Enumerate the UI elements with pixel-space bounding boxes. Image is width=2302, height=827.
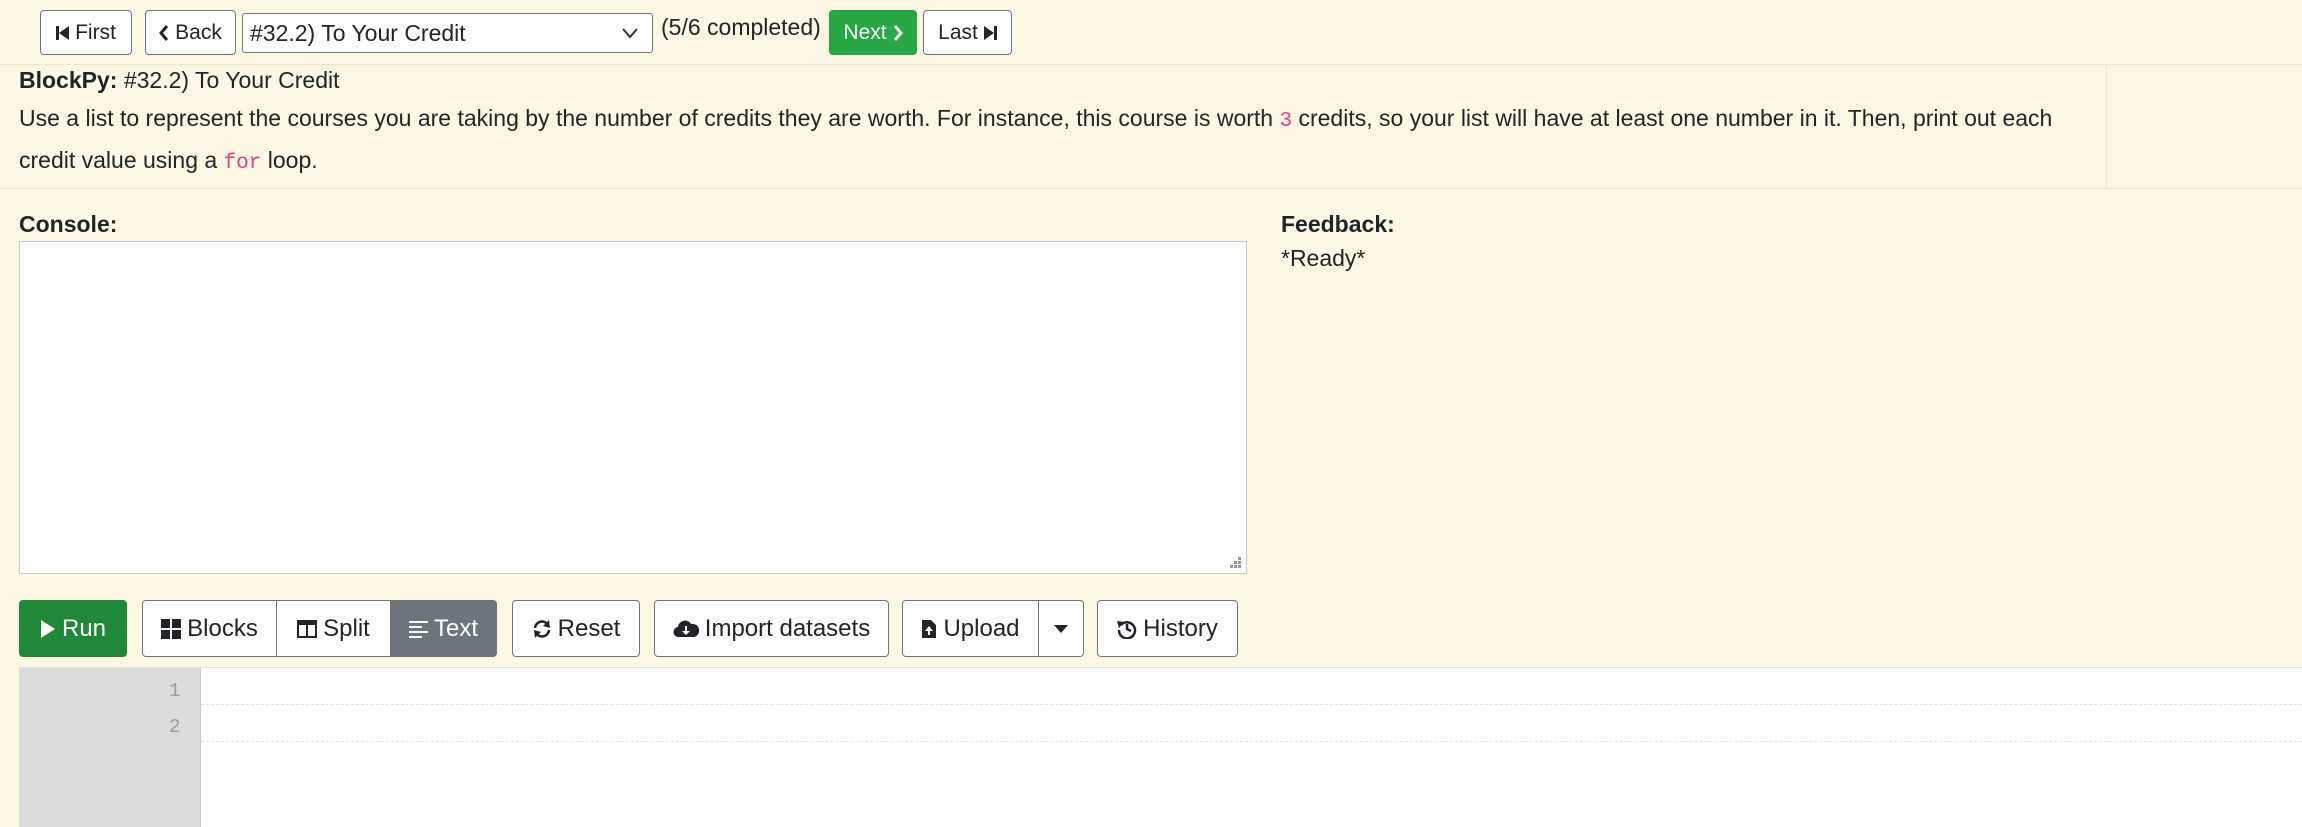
assignment-title: #32.2) To Your Credit [123, 67, 340, 93]
columns-icon [297, 619, 318, 638]
reset-button-label: Reset [557, 614, 621, 642]
file-upload-icon [921, 619, 937, 639]
progress-count: (5/6 completed) [661, 14, 821, 40]
problem-title: BlockPy: #32.2) To Your Credit [19, 67, 340, 94]
app-name: BlockPy: [19, 67, 118, 93]
run-button[interactable]: Run [19, 600, 127, 657]
upload-options-dropdown[interactable] [1039, 600, 1084, 657]
import-button-label: Import datasets [704, 614, 871, 642]
inline-code-for: for [223, 152, 262, 175]
import-datasets-button[interactable]: Import datasets [654, 600, 889, 657]
chevron-right-icon [893, 24, 903, 41]
problem-instructions: Use a list to represent the courses you … [19, 99, 2109, 183]
sync-icon [532, 619, 552, 639]
instructions-text-3: loop. [261, 147, 318, 173]
upload-button[interactable]: Upload [902, 600, 1039, 657]
first-button-label: First [75, 20, 116, 44]
console-output[interactable] [19, 241, 1247, 574]
chevron-left-icon [159, 24, 169, 41]
next-button-label: Next [843, 20, 887, 44]
code-line[interactable] [201, 668, 2302, 705]
line-number-gutter: 1 2 [19, 668, 201, 827]
history-button[interactable]: History [1097, 600, 1238, 657]
back-button-label: Back [175, 20, 222, 44]
code-line[interactable] [201, 705, 2302, 742]
feedback-status: *Ready* [1281, 245, 1366, 271]
text-button-label: Text [433, 614, 478, 642]
skip-first-icon [56, 25, 70, 41]
history-icon [1117, 619, 1137, 639]
last-button-label: Last [938, 20, 978, 44]
line-number: 2 [169, 716, 181, 738]
blocks-mode-button[interactable]: Blocks [142, 600, 277, 657]
th-large-icon [161, 618, 182, 639]
next-button[interactable]: Next [829, 10, 917, 55]
text-mode-button[interactable]: Text [391, 600, 497, 657]
last-button[interactable]: Last [923, 10, 1012, 55]
play-icon [40, 619, 56, 639]
align-left-icon [408, 620, 428, 638]
inline-code-credits: 3 [1279, 110, 1293, 133]
console-label: Console: [19, 211, 118, 237]
assignment-select-value: #32.2) To Your Credit [250, 19, 466, 46]
upload-button-label: Upload [943, 614, 1020, 642]
feedback-label: Feedback: [1281, 211, 1395, 237]
resize-handle-icon[interactable] [1228, 555, 1242, 569]
reset-button[interactable]: Reset [512, 600, 640, 657]
back-button[interactable]: Back [145, 10, 236, 55]
blocks-button-label: Blocks [187, 614, 258, 642]
caret-down-icon [1054, 624, 1068, 633]
assignment-select[interactable]: #32.2) To Your Credit [242, 13, 653, 53]
run-button-label: Run [61, 614, 107, 642]
history-button-label: History [1143, 614, 1218, 642]
split-button-label: Split [323, 614, 370, 642]
instructions-text-1: Use a list to represent the courses you … [19, 105, 1280, 131]
code-editor[interactable]: 1 2 [19, 667, 2302, 827]
split-mode-button[interactable]: Split [277, 600, 391, 657]
chevron-down-icon [622, 27, 638, 39]
cloud-download-icon [673, 619, 699, 638]
first-button[interactable]: First [40, 10, 132, 55]
line-number: 1 [169, 680, 181, 702]
skip-last-icon [983, 25, 997, 41]
